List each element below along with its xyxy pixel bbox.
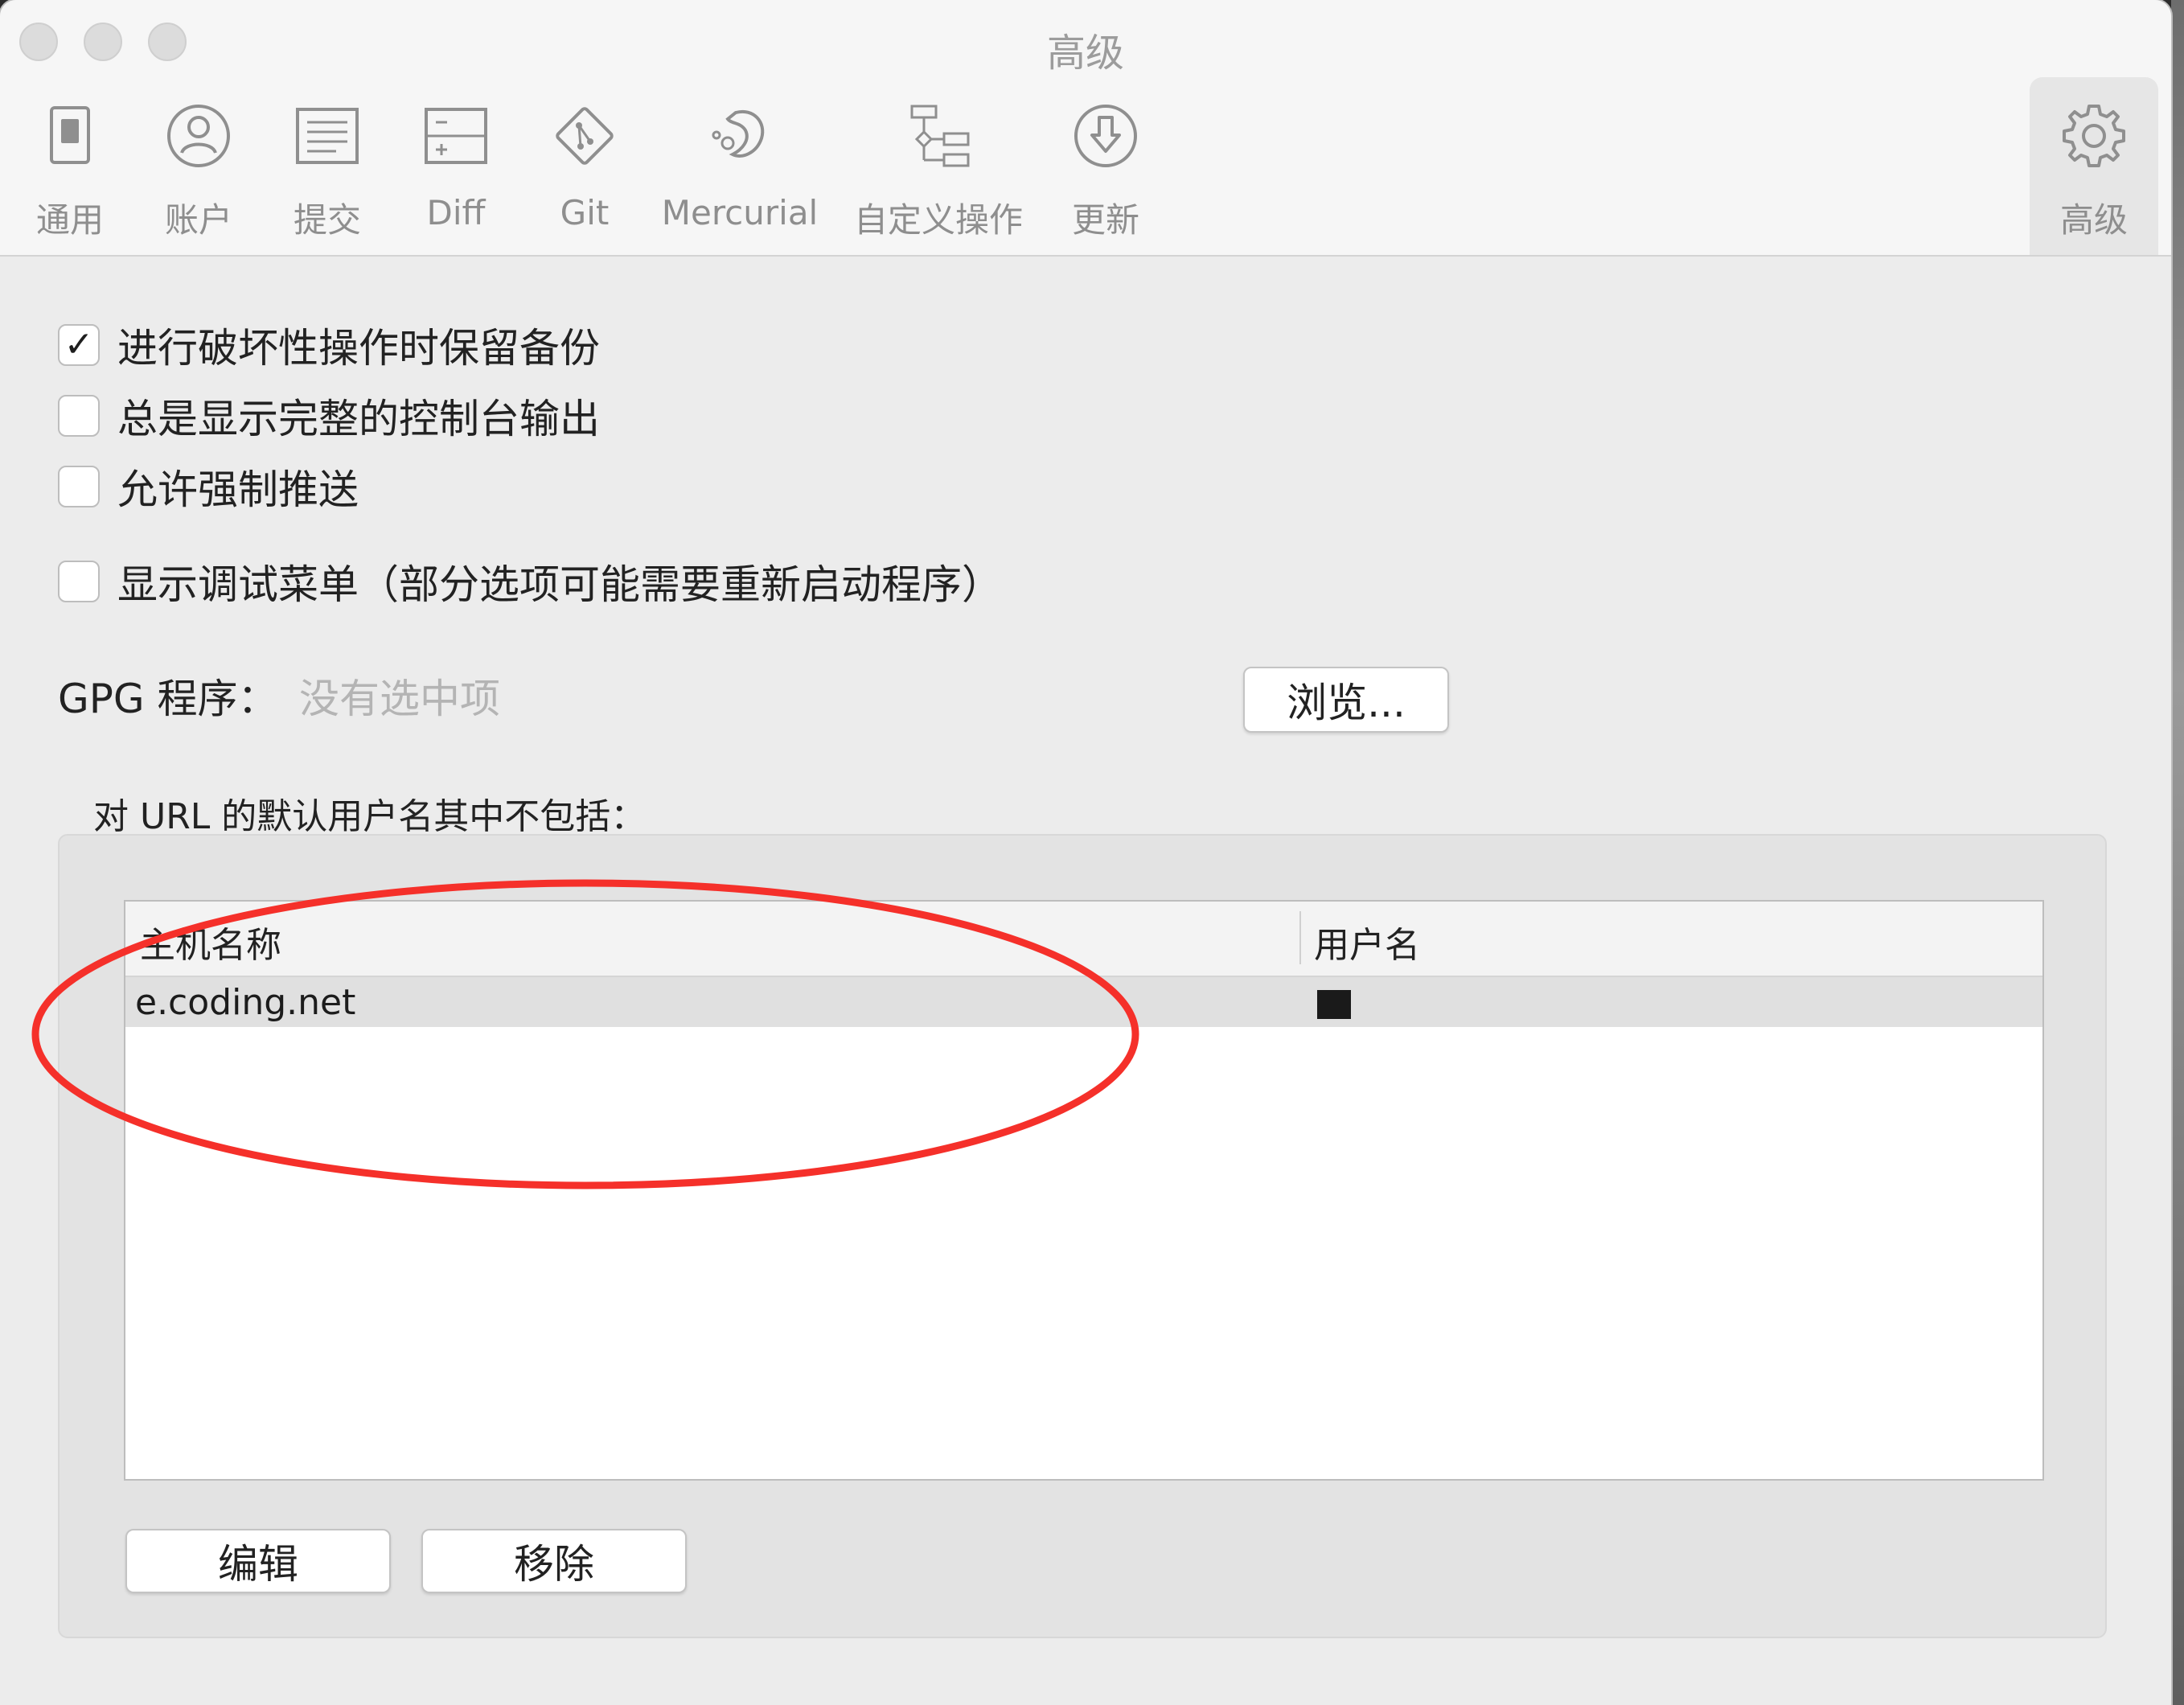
mercurial-icon bbox=[704, 100, 776, 172]
toolbar-item-update[interactable]: 更新 bbox=[1055, 97, 1156, 249]
url-defaults-group: 主机名称 用户名 e.coding.net 编辑 移除 bbox=[58, 834, 2107, 1638]
toolbar-item-label: 更新 bbox=[1071, 200, 1139, 240]
general-switch-icon bbox=[34, 100, 106, 172]
hostname-cell: e.coding.net bbox=[135, 982, 356, 1023]
option-label: 显示调试菜单（部分选项可能需要重新启动程序） bbox=[117, 561, 1002, 608]
option-label: 进行破坏性操作时保留备份 bbox=[117, 325, 600, 372]
debug-menu-checkbox[interactable] bbox=[58, 561, 100, 602]
toolbar-item-label: 提交 bbox=[293, 200, 361, 240]
option-label: 允许强制推送 bbox=[117, 466, 359, 513]
toolbar-item-commit[interactable]: 提交 bbox=[277, 97, 378, 249]
gpg-program-label: GPG 程序： bbox=[58, 676, 278, 722]
redacted-username-cell bbox=[1317, 990, 1351, 1019]
desktop-background bbox=[2171, 0, 2184, 1705]
option-keep-backup[interactable]: ✓ 进行破坏性操作时保留备份 bbox=[58, 321, 600, 372]
option-debug-menu[interactable]: 显示调试菜单（部分选项可能需要重新启动程序） bbox=[58, 557, 1002, 608]
table-header: 主机名称 用户名 bbox=[125, 902, 2042, 977]
toolbar-item-label: Git bbox=[560, 193, 610, 232]
toolbar-item-advanced[interactable]: 高级 bbox=[2030, 77, 2158, 255]
gear-icon bbox=[2058, 100, 2130, 172]
diff-icon bbox=[420, 100, 492, 172]
force-push-checkbox[interactable] bbox=[58, 466, 100, 507]
update-download-icon bbox=[1069, 100, 1142, 172]
option-force-push[interactable]: 允许强制推送 bbox=[58, 462, 359, 513]
edit-button[interactable]: 编辑 bbox=[125, 1529, 391, 1593]
advanced-preferences-pane: ✓ 进行破坏性操作时保留备份 总是显示完整的控制台输出 允许强制推送 显示调试菜… bbox=[0, 257, 2171, 1705]
url-defaults-title: 对 URL 的默认用户名其中不包括： bbox=[93, 796, 647, 837]
column-divider[interactable] bbox=[1299, 911, 1301, 964]
window-title: 高级 bbox=[1046, 31, 1124, 76]
toolbar-item-label: 通用 bbox=[35, 200, 104, 240]
account-person-icon bbox=[162, 100, 235, 172]
toolbar-item-label: 账户 bbox=[164, 200, 232, 240]
toolbar-item-git[interactable]: Git bbox=[534, 97, 635, 249]
toolbar-item-label: 自定义操作 bbox=[853, 200, 1023, 240]
toolbar-item-label: Diff bbox=[426, 193, 486, 232]
remove-button[interactable]: 移除 bbox=[421, 1529, 687, 1593]
gpg-program-value: 没有选中项 bbox=[299, 676, 500, 722]
table-row[interactable]: e.coding.net bbox=[125, 977, 2042, 1027]
toolbar-item-diff[interactable]: Diff bbox=[405, 97, 507, 249]
keep-backup-checkbox[interactable]: ✓ bbox=[58, 324, 100, 366]
toolbar-item-account[interactable]: 账户 bbox=[148, 97, 249, 249]
toolbar-item-mercurial[interactable]: Mercurial bbox=[659, 97, 820, 249]
toolbar-item-label: Mercurial bbox=[661, 193, 819, 232]
git-icon bbox=[548, 100, 621, 172]
preferences-window: 高级 通用 账户 提交 Diff Git Mercurial 自定义操作 更新 … bbox=[0, 0, 2171, 1705]
toolbar-item-general[interactable]: 通用 bbox=[19, 97, 121, 249]
custom-actions-icon bbox=[902, 100, 975, 172]
browse-button[interactable]: 浏览... bbox=[1243, 667, 1449, 733]
option-full-console-output[interactable]: 总是显示完整的控制台输出 bbox=[58, 392, 600, 442]
full-console-output-checkbox[interactable] bbox=[58, 395, 100, 437]
toolbar-item-custom-actions[interactable]: 自定义操作 bbox=[846, 97, 1031, 249]
option-label: 总是显示完整的控制台输出 bbox=[117, 396, 600, 442]
column-header-hostname[interactable]: 主机名称 bbox=[140, 916, 281, 968]
toolbar-item-label: 高级 bbox=[2059, 200, 2128, 240]
commit-document-icon bbox=[291, 100, 363, 172]
column-header-username[interactable]: 用户名 bbox=[1314, 916, 1420, 968]
url-username-table[interactable]: 主机名称 用户名 e.coding.net bbox=[124, 900, 2044, 1481]
toolbar: 高级 通用 账户 提交 Diff Git Mercurial 自定义操作 更新 … bbox=[0, 0, 2171, 257]
